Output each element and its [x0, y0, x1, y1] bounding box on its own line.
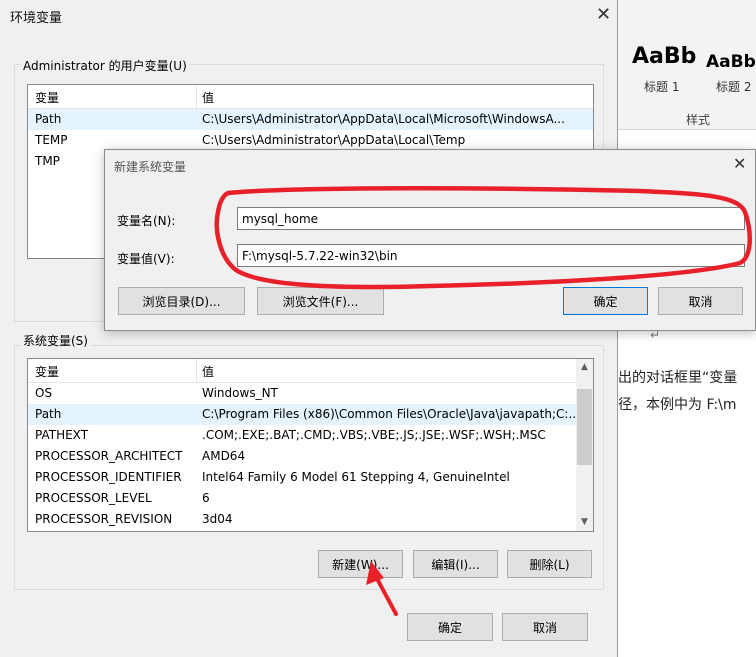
close-icon[interactable]: ✕ — [596, 6, 611, 24]
scroll-up-icon[interactable]: ▲ — [576, 359, 593, 376]
browse-file-button[interactable]: 浏览文件(F)... — [257, 287, 384, 315]
scroll-down-icon[interactable]: ▼ — [576, 514, 593, 531]
variable-value-label: 变量值(V): — [117, 252, 175, 266]
document-text-line-2: 径，本例中为 F:\m — [618, 397, 737, 413]
table-row[interactable]: PROCESSOR_LEVEL 6 — [28, 488, 593, 509]
system-variables-label: 系统变量(S) — [21, 332, 90, 349]
table-row[interactable]: TEMP C:\Users\Administrator\AppData\Loca… — [28, 130, 593, 151]
variable-name-input[interactable] — [237, 207, 745, 230]
browse-directory-button[interactable]: 浏览目录(D)... — [118, 287, 245, 315]
dialog-title: 环境变量 — [10, 11, 63, 26]
cancel-button[interactable]: 取消 — [502, 613, 588, 641]
list-header: 变量 值 — [28, 85, 593, 109]
scrollbar-thumb[interactable] — [577, 389, 592, 465]
new-system-variable-dialog: 新建系统变量 ✕ 变量名(N): 变量值(V): 浏览目录(D)... 浏览文件… — [104, 149, 756, 331]
style-sample-heading1[interactable]: AaBb — [632, 44, 696, 69]
delete-variable-button[interactable]: 删除(L) — [507, 550, 592, 578]
vertical-scrollbar[interactable]: ▲ ▼ — [576, 359, 593, 531]
variable-name-label: 变量名(N): — [117, 214, 176, 228]
styles-group-label: 样式 — [686, 113, 711, 127]
table-row[interactable]: PATHEXT .COM;.EXE;.BAT;.CMD;.VBS;.VBE;.J… — [28, 425, 593, 446]
column-header-variable[interactable]: 变量 — [35, 89, 59, 106]
close-icon[interactable]: ✕ — [733, 156, 746, 172]
table-row[interactable]: OS Windows_NT — [28, 383, 593, 404]
ok-button[interactable]: 确定 — [563, 287, 648, 315]
style-name-heading1[interactable]: 标题 1 — [644, 78, 679, 95]
system-variables-list[interactable]: 变量 值 OS Windows_NT Path C:\Program Files… — [27, 358, 594, 532]
edit-variable-button[interactable]: 编辑(I)... — [413, 550, 498, 578]
user-variables-label: Administrator 的用户变量(U) — [21, 57, 189, 74]
dialog-title: 新建系统变量 — [114, 160, 187, 174]
column-header-value[interactable]: 值 — [202, 363, 214, 380]
style-sample-heading2[interactable]: AaBb — [706, 52, 756, 72]
table-row[interactable]: PROCESSOR_IDENTIFIER Intel64 Family 6 Mo… — [28, 467, 593, 488]
new-variable-button[interactable]: 新建(W)... — [318, 550, 403, 578]
table-row[interactable]: PROCESSOR_ARCHITECT AMD64 — [28, 446, 593, 467]
table-row[interactable]: PROCESSOR_REVISION 3d04 — [28, 509, 593, 530]
table-row[interactable]: Path C:\Program Files (x86)\Common Files… — [28, 404, 580, 425]
list-header: 变量 值 — [28, 359, 578, 383]
table-row[interactable]: Path C:\Users\Administrator\AppData\Loca… — [28, 109, 593, 130]
style-name-heading2[interactable]: 标题 2 — [716, 78, 751, 95]
cancel-button[interactable]: 取消 — [658, 287, 743, 315]
word-ribbon: AaBb 标题 1 AaBb 标题 2 样式 — [618, 0, 756, 130]
column-header-variable[interactable]: 变量 — [35, 363, 59, 380]
document-text-line-1: 出的对话框里“变量 — [618, 370, 738, 386]
variable-value-input[interactable] — [237, 244, 745, 267]
ok-button[interactable]: 确定 — [407, 613, 493, 641]
column-header-value[interactable]: 值 — [202, 89, 214, 106]
